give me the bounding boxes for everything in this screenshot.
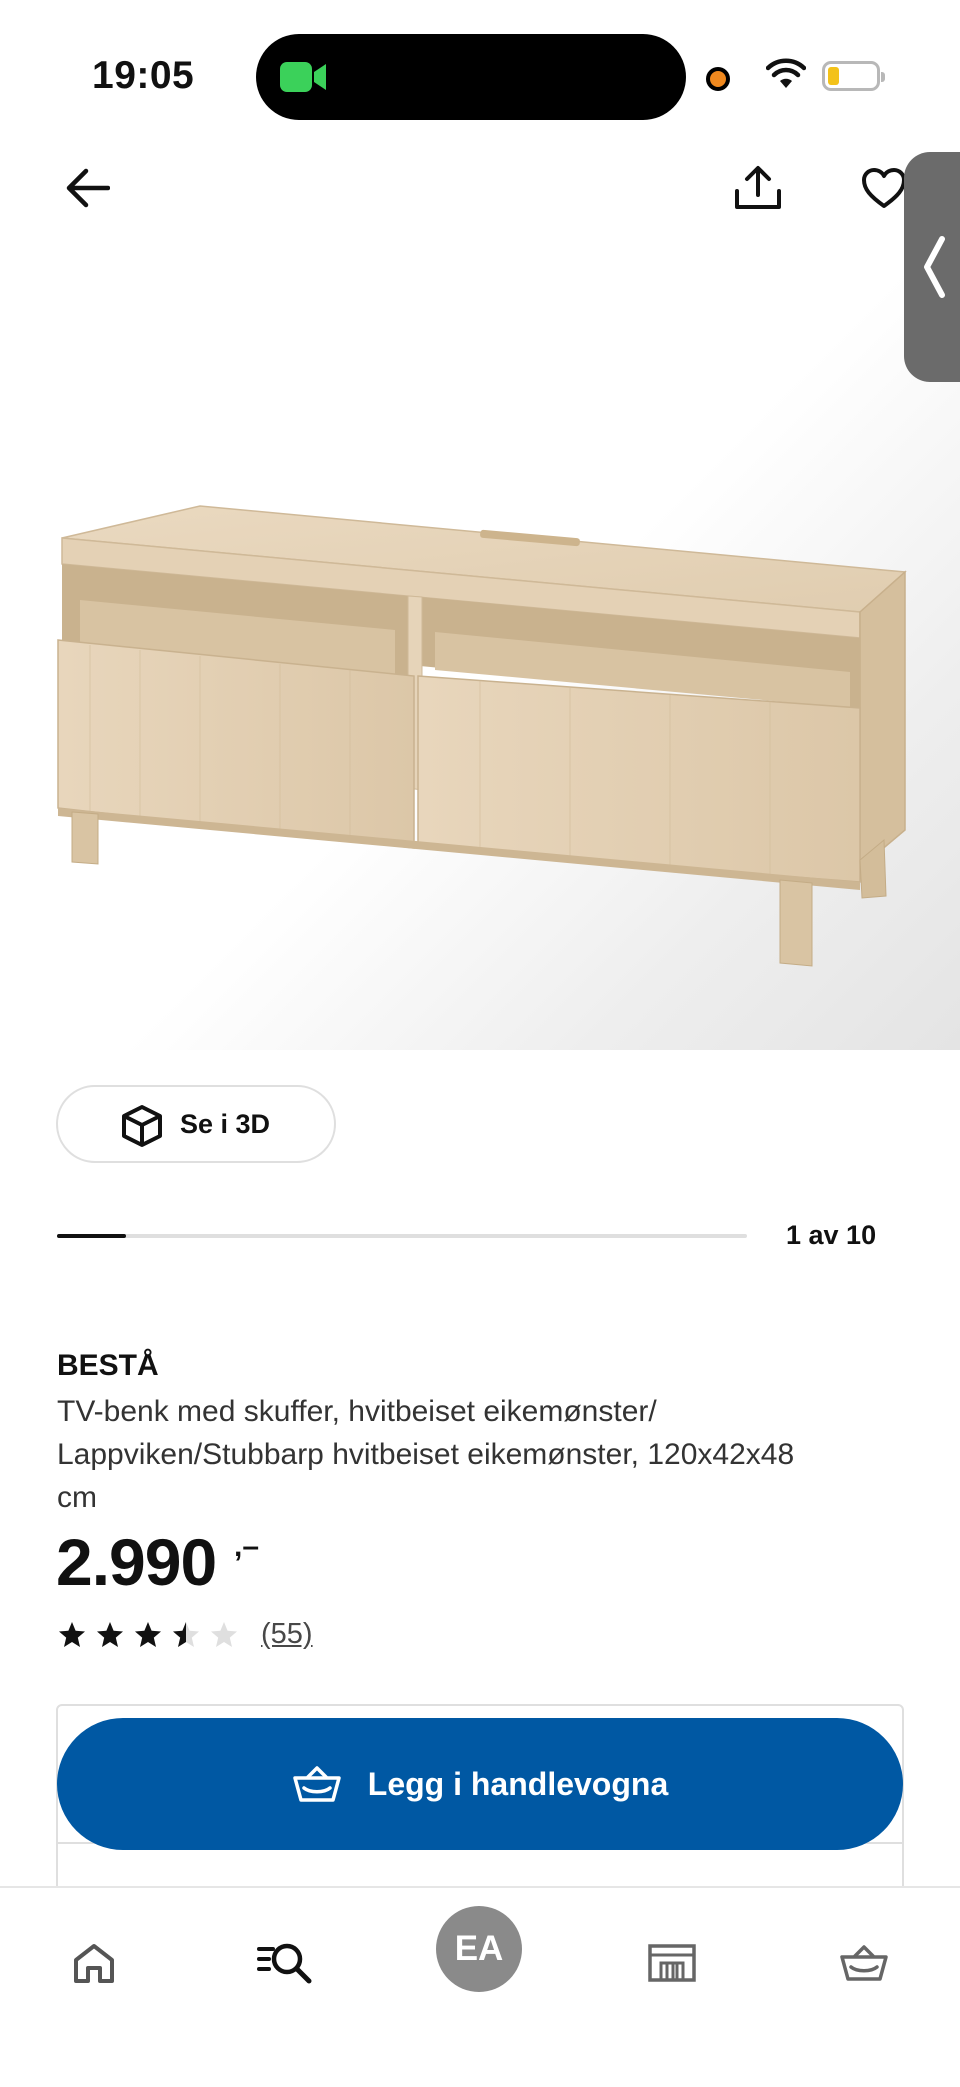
nav-search[interactable] bbox=[250, 1928, 320, 1998]
star-icon bbox=[97, 1621, 123, 1647]
wifi-icon bbox=[766, 58, 806, 88]
share-icon bbox=[735, 166, 781, 209]
dynamic-island bbox=[256, 34, 686, 120]
bottom-navigation: EA bbox=[0, 1886, 960, 2087]
heart-icon bbox=[862, 168, 906, 208]
nav-store[interactable] bbox=[637, 1928, 707, 1998]
product-price: 2.990 bbox=[56, 1525, 217, 1599]
chevron-left-icon bbox=[924, 236, 945, 298]
side-panel-tab[interactable] bbox=[904, 152, 960, 382]
recording-indicator bbox=[706, 67, 730, 91]
star-icon bbox=[59, 1621, 85, 1647]
carousel-progress-fill bbox=[57, 1234, 126, 1238]
review-count-link[interactable]: (55) bbox=[261, 1618, 313, 1651]
star-icon bbox=[173, 1621, 199, 1647]
store-icon bbox=[648, 1944, 696, 1982]
rating-stars bbox=[57, 1620, 239, 1650]
status-bar: 19:05 bbox=[0, 0, 960, 150]
carousel-counter: 1 av 10 bbox=[786, 1220, 877, 1250]
add-to-cart-label: Legg i handlevogna bbox=[367, 1765, 669, 1802]
video-camera-icon bbox=[280, 62, 326, 92]
view-3d-label: Se i 3D bbox=[180, 1108, 271, 1139]
product-description: TV-benk med skuffer, hvitbeiset eikemøns… bbox=[57, 1395, 795, 1514]
home-icon bbox=[74, 1944, 114, 1983]
basket-icon bbox=[840, 1945, 888, 1981]
nav-home[interactable] bbox=[59, 1928, 129, 1998]
back-button[interactable] bbox=[60, 160, 116, 216]
view-3d-button[interactable]: Se i 3D bbox=[56, 1085, 336, 1163]
back-arrow-icon bbox=[66, 168, 110, 208]
share-button[interactable] bbox=[730, 160, 786, 216]
add-to-cart-button[interactable]: Legg i handlevogna bbox=[57, 1718, 903, 1850]
price-suffix: ,– bbox=[234, 1530, 260, 1563]
cart-icon bbox=[292, 1764, 342, 1804]
profile-avatar[interactable]: EA bbox=[436, 1906, 522, 1992]
product-brand: BESTÅ bbox=[57, 1349, 159, 1382]
star-icon bbox=[135, 1621, 161, 1647]
product-image[interactable] bbox=[50, 490, 910, 970]
carousel-progress bbox=[57, 1234, 747, 1238]
product-rating[interactable]: (55) bbox=[57, 1618, 313, 1651]
search-icon bbox=[257, 1943, 312, 1984]
battery-icon bbox=[822, 61, 885, 91]
cube-3d-icon bbox=[122, 1105, 162, 1147]
star-icon bbox=[211, 1621, 237, 1647]
status-time: 19:05 bbox=[92, 54, 195, 97]
nav-cart[interactable] bbox=[829, 1928, 899, 1998]
